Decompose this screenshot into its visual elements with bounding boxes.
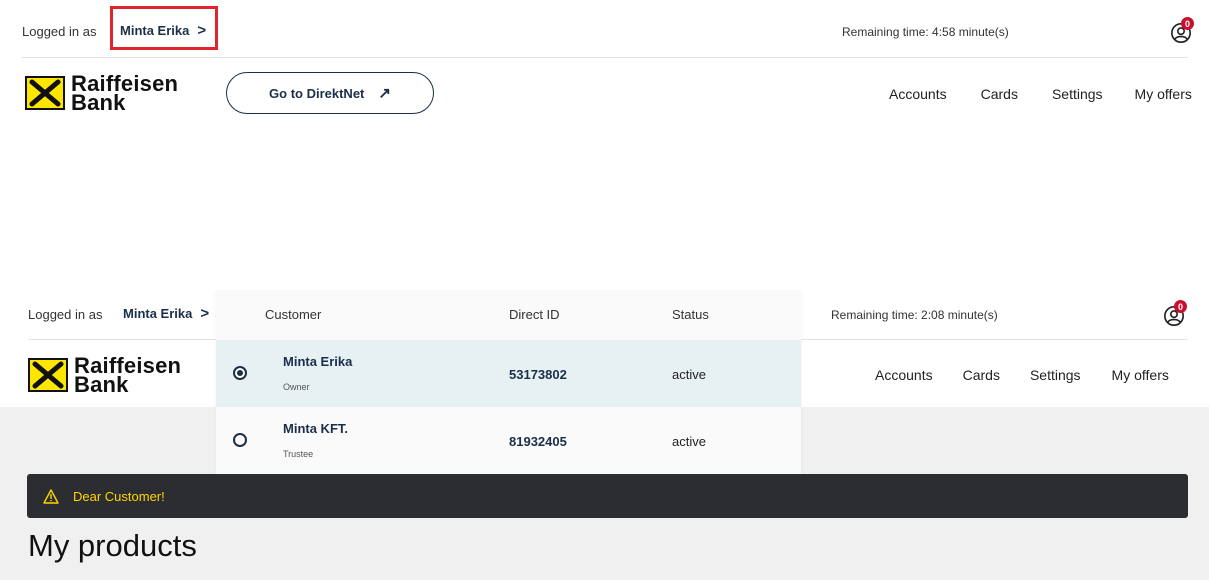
raiffeisen-logo-icon	[25, 76, 65, 110]
customer-status: active	[672, 434, 706, 449]
warning-icon	[43, 488, 59, 504]
nav-accounts-2[interactable]: Accounts	[875, 367, 933, 383]
main-nav-2: Accounts Cards Settings My offers	[875, 367, 1169, 383]
alert-text: Dear Customer!	[73, 488, 165, 504]
header-divider	[22, 57, 1188, 58]
customer-name: Minta Erika	[283, 354, 353, 369]
main-nav: Accounts Cards Settings My offers	[889, 86, 1192, 102]
customer-direct-id: 81932405	[509, 434, 567, 449]
profile-notifications-button[interactable]: 0	[1170, 17, 1196, 46]
remaining-time-value: 4:58 minute(s)	[932, 25, 1009, 39]
customer-name: Minta KFT.	[283, 421, 348, 436]
remaining-time-label: Remaining time:	[842, 25, 929, 39]
session-timer: Remaining time: 4:58 minute(s)	[842, 25, 1009, 39]
page-title: My products	[28, 528, 197, 563]
header-status: Status	[672, 307, 709, 322]
nav-my-offers-2[interactable]: My offers	[1112, 367, 1169, 383]
user-menu-link-2[interactable]: Minta Erika >	[123, 305, 209, 322]
go-to-direktnet-button[interactable]: Go to DirektNet ↗	[226, 72, 434, 114]
customer-radio-selected[interactable]	[233, 366, 247, 380]
logged-in-label: Logged in as	[22, 24, 97, 39]
nav-cards[interactable]: Cards	[981, 86, 1018, 102]
header-customer: Customer	[265, 307, 322, 322]
remaining-time-label-2: Remaining time:	[831, 308, 918, 322]
nav-settings-2[interactable]: Settings	[1030, 367, 1081, 383]
customer-switch-dropdown: Customer Direct ID Status Minta Erika Ow…	[216, 290, 801, 474]
customer-status: active	[672, 367, 706, 382]
raiffeisen-logo-icon	[28, 358, 68, 392]
nav-my-offers[interactable]: My offers	[1135, 86, 1192, 102]
session-timer-2: Remaining time: 2:08 minute(s)	[831, 308, 998, 322]
raiffeisen-logo[interactable]: Raiffeisen Bank	[25, 73, 178, 114]
profile-notifications-button-2[interactable]: 0	[1163, 300, 1189, 329]
customer-radio[interactable]	[233, 433, 247, 447]
remaining-time-value-2: 2:08 minute(s)	[921, 308, 998, 322]
arrow-up-right-icon: ↗	[378, 85, 391, 102]
nav-accounts[interactable]: Accounts	[889, 86, 947, 102]
highlight-annotation	[110, 6, 218, 50]
customer-table-header: Customer Direct ID Status	[216, 290, 801, 340]
customer-role: Owner	[283, 382, 310, 392]
customer-role: Trustee	[283, 449, 314, 459]
nav-settings[interactable]: Settings	[1052, 86, 1103, 102]
chevron-right-icon: >	[200, 305, 210, 322]
notification-badge-2: 0	[1174, 300, 1187, 313]
customer-row[interactable]: Minta Erika Owner 53173802 active	[216, 340, 801, 407]
nav-cards-2[interactable]: Cards	[963, 367, 1000, 383]
notification-badge: 0	[1181, 17, 1194, 30]
user-name-2: Minta Erika	[123, 306, 193, 321]
customer-alert-banner[interactable]: Dear Customer!	[27, 474, 1188, 518]
header-direct-id: Direct ID	[509, 307, 560, 322]
direktnet-label: Go to DirektNet	[269, 85, 365, 101]
customer-row[interactable]: Minta KFT. Trustee 81932405 active	[216, 407, 801, 474]
raiffeisen-logo-2[interactable]: Raiffeisen Bank	[28, 355, 181, 396]
logged-in-label-2: Logged in as	[28, 307, 103, 322]
customer-direct-id: 53173802	[509, 367, 567, 382]
